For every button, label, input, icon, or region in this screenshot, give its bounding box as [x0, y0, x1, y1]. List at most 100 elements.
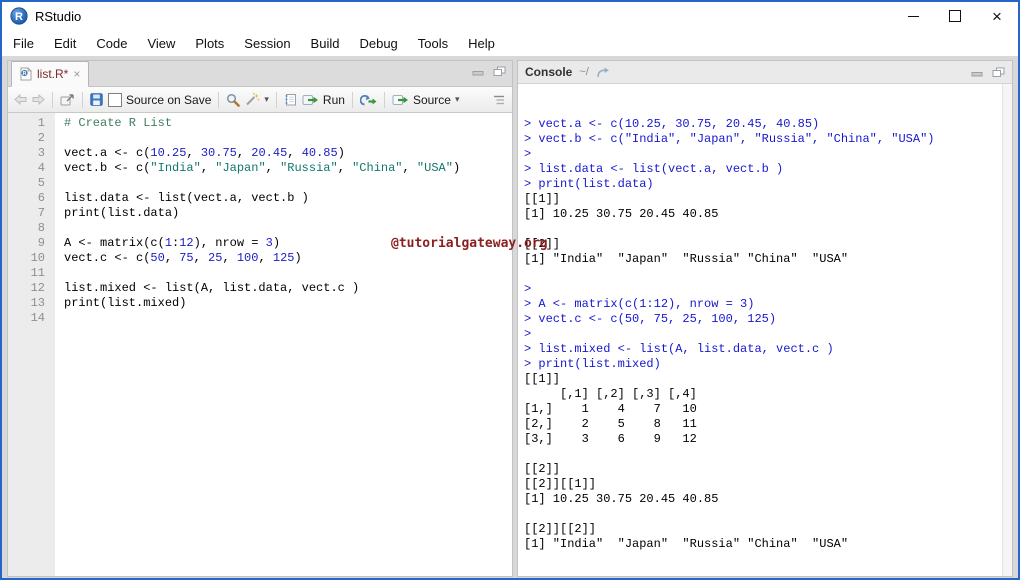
code-tools-button[interactable]: ▾ — [245, 93, 269, 106]
menu-file[interactable]: File — [3, 30, 44, 56]
editor-line: print(list.data) — [64, 206, 512, 221]
console-output: > vect.a <- c(10.25, 30.75, 20.45, 40.85… — [524, 117, 1000, 576]
console-line: > print(list.mixed) — [524, 357, 1000, 372]
console-popout-icon[interactable] — [596, 67, 610, 78]
maximize-icon — [949, 10, 961, 22]
window-minimize-button[interactable] — [892, 2, 934, 30]
run-button[interactable]: Run — [302, 93, 345, 107]
console-line: > print(list.data) — [524, 177, 1000, 192]
source-icon — [392, 94, 409, 106]
editor-code[interactable]: # Create R List vect.a <- c(10.25, 30.75,… — [55, 113, 512, 576]
menu-plots[interactable]: Plots — [185, 30, 234, 56]
menu-view[interactable]: View — [137, 30, 185, 56]
toolbar-separator — [82, 92, 83, 108]
save-icon[interactable] — [90, 93, 103, 106]
rerun-icon[interactable] — [360, 94, 377, 106]
line-number: 4 — [8, 161, 45, 176]
console-line — [524, 507, 1000, 522]
window-maximize-button[interactable] — [934, 2, 976, 30]
close-icon: × — [992, 8, 1002, 25]
source-on-save-toggle[interactable]: Source on Save — [108, 93, 211, 107]
line-number: 1 — [8, 116, 45, 131]
line-number: 13 — [8, 296, 45, 311]
compile-notebook-icon[interactable] — [284, 93, 297, 106]
svg-text:R: R — [23, 71, 27, 77]
console-title: Console — [525, 65, 572, 79]
editor-line: print(list.mixed) — [64, 296, 512, 311]
minimize-icon — [908, 16, 919, 17]
toolbar-separator — [352, 92, 353, 108]
source-pane: R list.R* × — [7, 60, 513, 577]
back-icon[interactable] — [14, 94, 27, 105]
console-line — [524, 552, 1000, 567]
editor-line: vect.a <- c(10.25, 30.75, 20.45, 40.85) — [64, 146, 512, 161]
menu-help[interactable]: Help — [458, 30, 505, 56]
title-bar: R RStudio × — [2, 2, 1018, 30]
line-number: 6 — [8, 191, 45, 206]
line-number: 12 — [8, 281, 45, 296]
console-line: [1] "India" "Japan" "Russia" "China" "US… — [524, 537, 1000, 552]
editor-gutter: 1234567891011121314 — [8, 113, 55, 576]
menu-debug[interactable]: Debug — [349, 30, 407, 56]
console-line: [2,] 2 5 8 11 — [524, 417, 1000, 432]
svg-text:R: R — [15, 11, 23, 23]
source-on-save-label: Source on Save — [126, 93, 211, 107]
line-number: 2 — [8, 131, 45, 146]
console-line: > A <- matrix(c(1:12), nrow = 3) — [524, 297, 1000, 312]
menu-tools[interactable]: Tools — [408, 30, 458, 56]
line-number: 5 — [8, 176, 45, 191]
editor-line: vect.c <- c(50, 75, 25, 100, 125) — [64, 251, 512, 266]
console-scrollbar[interactable] — [1002, 84, 1012, 576]
console-header: Console ~/ — [518, 61, 1012, 84]
editor-line: vect.b <- c("India", "Japan", "Russia", … — [64, 161, 512, 176]
console-line: > vect.a <- c(10.25, 30.75, 20.45, 40.85… — [524, 117, 1000, 132]
console-line: [1] "India" "Japan" "Russia" "China" "US… — [524, 252, 1000, 267]
menu-code[interactable]: Code — [86, 30, 137, 56]
r-file-icon: R — [20, 67, 32, 81]
line-number: 10 — [8, 251, 45, 266]
console-line — [524, 222, 1000, 237]
window-close-button[interactable]: × — [976, 2, 1018, 30]
line-number: 14 — [8, 311, 45, 326]
tab-list-r[interactable]: R list.R* × — [11, 61, 89, 87]
toolbar-separator — [276, 92, 277, 108]
source-label: Source — [413, 93, 451, 107]
find-replace-icon[interactable] — [226, 93, 240, 107]
code-editor[interactable]: 1234567891011121314 # Create R Listvect.… — [8, 113, 512, 576]
console-line: > list.mixed <- list(A, list.data, vect.… — [524, 342, 1000, 357]
console-line — [524, 567, 1000, 576]
minimize-pane-icon[interactable] — [472, 67, 484, 76]
open-in-new-window-icon[interactable] — [60, 94, 75, 106]
source-pane-controls — [472, 66, 506, 77]
line-number: 3 — [8, 146, 45, 161]
minimize-pane-icon[interactable] — [971, 68, 983, 77]
source-on-save-checkbox[interactable] — [108, 93, 122, 107]
console-line: [1] 10.25 30.75 20.45 40.85 — [524, 492, 1000, 507]
console-line: [[2]][[2]] — [524, 522, 1000, 537]
toolbar-separator — [52, 92, 53, 108]
editor-line — [64, 221, 512, 236]
menu-build[interactable]: Build — [301, 30, 350, 56]
tab-close-icon[interactable]: × — [73, 68, 80, 80]
editor-line — [64, 266, 512, 281]
tab-label: list.R* — [37, 67, 68, 81]
console-line: [1] 10.25 30.75 20.45 40.85 — [524, 207, 1000, 222]
toolbar-separator — [384, 92, 385, 108]
menu-session[interactable]: Session — [234, 30, 300, 56]
rstudio-window: R RStudio × FileEditCodeViewPlotsSession… — [0, 0, 1020, 580]
maximize-pane-icon[interactable] — [992, 67, 1005, 78]
source-button[interactable]: Source ▾ — [392, 93, 460, 107]
editor-line: # Create R List — [64, 116, 512, 131]
console-body[interactable]: > vect.a <- c(10.25, 30.75, 20.45, 40.85… — [518, 84, 1012, 576]
console-line: [[2]] — [524, 237, 1000, 252]
forward-icon[interactable] — [32, 94, 45, 105]
console-line: [[1]] — [524, 192, 1000, 207]
watermark: @tutorialgateway.org — [391, 236, 548, 251]
source-toolbar: Source on Save ▾ — [8, 87, 512, 113]
menu-edit[interactable]: Edit — [44, 30, 86, 56]
chevron-down-icon: ▾ — [455, 94, 460, 105]
console-line: [[1]] — [524, 372, 1000, 387]
maximize-pane-icon[interactable] — [493, 66, 506, 77]
document-outline-icon[interactable] — [492, 94, 506, 106]
console-line — [524, 267, 1000, 282]
